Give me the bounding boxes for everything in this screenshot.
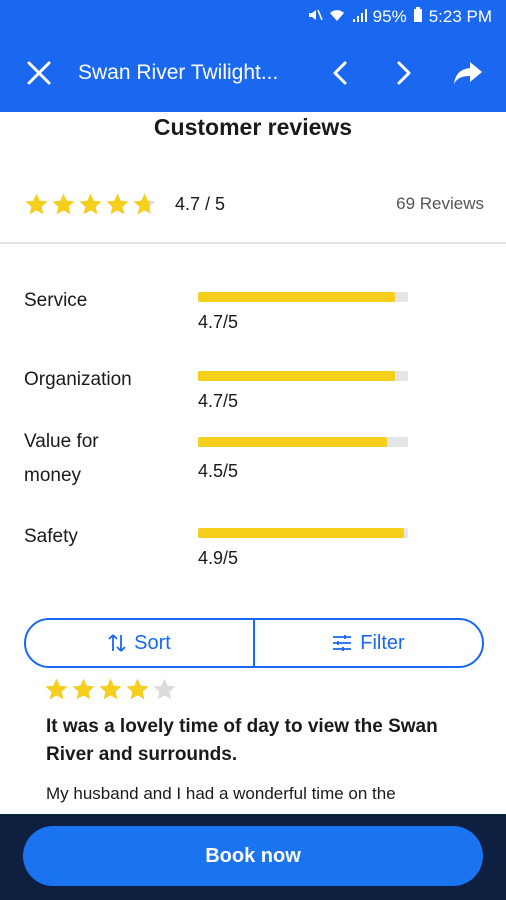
overall-stars [24, 192, 157, 217]
review-text: My husband and I had a wonderful time on… [46, 784, 396, 803]
star-full-icon [99, 678, 122, 700]
category-value: 4.5/5 [198, 461, 239, 481]
category-bar [198, 371, 408, 381]
battery-level: 95% [372, 7, 407, 26]
star-full-icon [52, 193, 75, 214]
sort-filter-bar: Sort Filter [24, 618, 484, 668]
category-bar [198, 292, 408, 302]
review-stars [44, 677, 177, 702]
category-value: 4.7/5 [198, 391, 239, 411]
category-label: Safety [24, 526, 78, 547]
close-icon [27, 61, 51, 85]
category-bar-fill [198, 371, 396, 381]
category-label-line: Value for [24, 431, 99, 452]
overall-score: 4.7 / 5 [175, 193, 226, 214]
overall-rating: 4.7 / 5 69 Reviews [24, 188, 484, 220]
status-bar: 95% 5:23 PM [0, 0, 506, 34]
category-bar-fill [198, 292, 396, 302]
sort-button[interactable]: Sort [26, 620, 253, 666]
category-label-line: money [24, 465, 82, 486]
star-full-icon [25, 193, 48, 214]
bottom-bar: Book now [0, 814, 506, 900]
review-count[interactable]: 69 Reviews [396, 194, 484, 214]
signal-icon [351, 8, 367, 26]
chevron-left-icon [333, 61, 347, 85]
divider [0, 242, 506, 244]
app-bar: Swan River Twilight... [0, 34, 506, 112]
filter-button[interactable]: Filter [253, 620, 482, 666]
previous-button[interactable] [308, 34, 372, 112]
category-value: 4.9/5 [198, 548, 239, 568]
star-full-icon [72, 678, 95, 700]
next-button[interactable] [372, 34, 436, 112]
star-empty-icon [153, 678, 176, 700]
review-title: It was a lovely time of day to view the … [46, 716, 438, 765]
page-title-bar: Swan River Twilight... [78, 61, 279, 84]
category-bar [198, 437, 408, 447]
chevron-right-icon [397, 61, 411, 85]
battery-icon [413, 7, 423, 27]
star-full-icon [79, 193, 102, 214]
category-bar-fill [198, 437, 387, 447]
mute-icon [307, 7, 323, 27]
share-button[interactable] [436, 34, 500, 112]
share-icon [454, 62, 482, 84]
category-label: Service [24, 290, 88, 311]
wifi-icon [329, 8, 345, 26]
star-half-icon [133, 193, 156, 214]
book-now-button[interactable]: Book now [23, 826, 483, 886]
clock: 5:23 PM [428, 7, 492, 26]
star-full-icon [45, 678, 68, 700]
sort-label: Sort [134, 631, 171, 654]
category-bar [198, 528, 408, 538]
category-bar-fill [198, 528, 404, 538]
star-full-icon [106, 193, 129, 214]
section-heading: Customer reviews [153, 114, 353, 140]
star-full-icon [126, 678, 149, 700]
category-label: Value for money [24, 425, 174, 493]
filter-label: Filter [360, 631, 405, 654]
close-button[interactable] [0, 34, 78, 112]
filter-icon [333, 635, 352, 651]
category-value: 4.7/5 [198, 312, 239, 332]
sort-icon [108, 634, 126, 652]
category-label: Organization [24, 369, 132, 390]
